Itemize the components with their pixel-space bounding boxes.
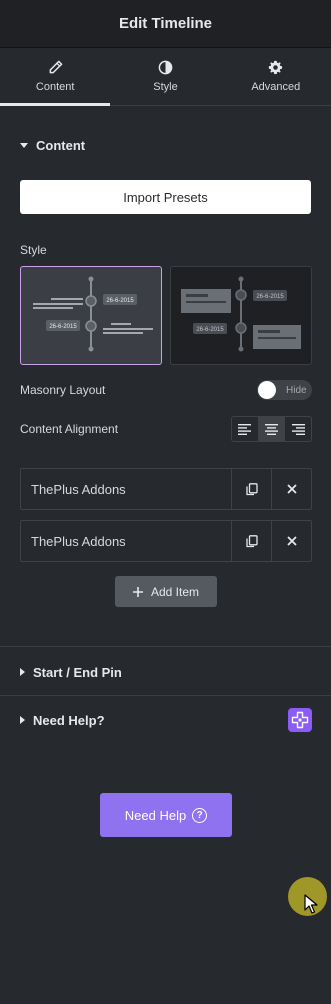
tab-content-label: Content [35,81,75,93]
masonry-layout-toggle[interactable]: Hide [257,380,312,400]
style-1-date-2: 26-6-2015 [49,324,77,330]
content-alignment-label: Content Alignment [20,422,119,436]
remove-button[interactable] [271,469,311,509]
section-title-content: Content [36,137,86,153]
start-end-pin-section-header[interactable]: Start / End Pin [0,660,331,684]
align-right-button[interactable] [285,417,311,441]
tab-style[interactable]: Style [110,48,220,105]
timeline-style-1-preview: 26-6-2015 26-6-2015 [33,276,153,352]
repeater-item-title: ThePlus Addons [31,533,126,549]
duplicate-button[interactable] [231,469,271,509]
duplicate-button[interactable] [231,521,271,561]
import-presets-button[interactable]: Import Presets [20,180,311,214]
align-left-button[interactable] [232,417,259,441]
need-help-button-label: Need Help [124,807,187,823]
timeline-style-2-preview: 26-6-2015 26-6-2015 [181,276,301,352]
tab-advanced-label: Advanced [251,81,301,93]
panel-title: Edit Timeline [118,15,213,32]
copy-icon [245,534,258,547]
need-help-button[interactable]: Need Help ? [100,793,232,837]
style-1-date-1: 26-6-2015 [106,298,134,304]
tab-advanced[interactable]: Advanced [221,48,331,105]
content-section-header[interactable]: Content [0,133,331,157]
tab-bar: Content Style Advanced [0,48,331,106]
tab-content[interactable]: Content [0,48,111,106]
style-2-date-1: 26-6-2015 [256,294,284,300]
section-title-need-help: Need Help? [33,712,105,728]
gear-icon [269,60,283,75]
align-center-icon [265,423,278,435]
style-2-date-2: 26-6-2015 [196,327,224,333]
mouse-pointer-icon [304,894,318,914]
plus-icon [132,586,143,597]
toggle-state-text: Hide [286,384,307,396]
align-center-button[interactable] [258,417,286,441]
repeater-item[interactable]: ThePlus Addons [20,520,312,562]
masonry-layout-label: Masonry Layout [20,383,106,397]
align-right-icon [291,423,305,435]
alignment-button-group [231,416,312,442]
need-help-section-header[interactable]: Need Help? [0,708,331,732]
add-item-button[interactable]: Add Item [115,576,217,607]
remove-button[interactable] [271,521,311,561]
theplus-logo-icon [288,708,312,732]
section-divider [0,695,331,696]
question-icon: ? [192,807,208,823]
section-divider [0,646,331,647]
style-option-1[interactable]: 26-6-2015 26-6-2015 [20,266,162,365]
align-left-icon [238,423,252,435]
caret-right-icon [20,716,25,724]
toggle-knob [258,381,276,399]
style-label: Style [20,243,47,257]
tab-style-label: Style [153,81,178,93]
style-option-2[interactable]: 26-6-2015 26-6-2015 [170,266,312,365]
close-icon [286,536,297,546]
pencil-icon [49,60,62,74]
section-title-start-end-pin: Start / End Pin [33,664,122,680]
panel-header: Edit Timeline [0,0,331,48]
repeater-item[interactable]: ThePlus Addons [20,468,312,510]
caret-right-icon [20,668,25,676]
close-icon [286,484,297,494]
contrast-icon [158,60,173,75]
add-item-label: Add Item [150,584,200,599]
copy-icon [245,482,258,495]
caret-down-icon [20,142,28,148]
repeater-item-title: ThePlus Addons [31,481,126,497]
